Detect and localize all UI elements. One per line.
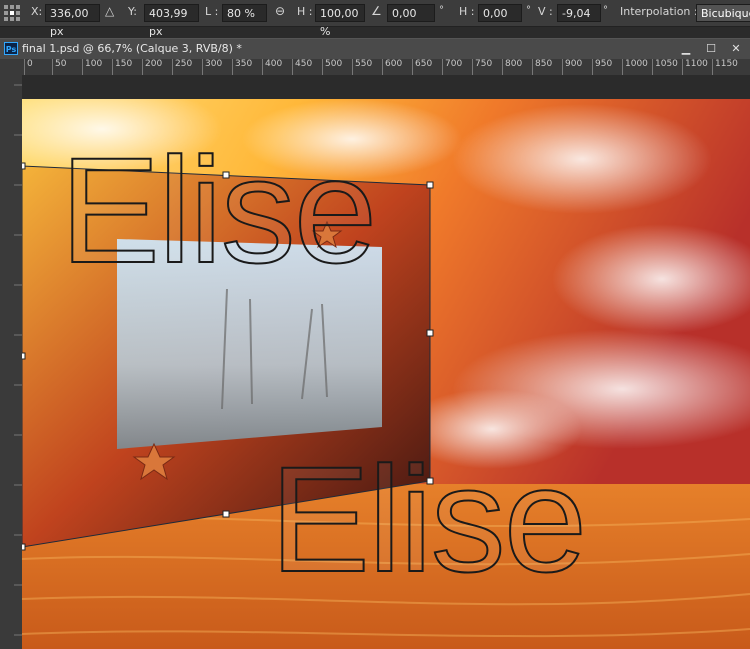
ruler-tick: 50 — [51, 59, 67, 75]
options-bar: X: 336,00 px △ Y: 403,99 px L : 80 % ⊖ H… — [0, 0, 750, 38]
interpolation-label: Interpolation : — [620, 5, 698, 18]
horizontal-skew-field[interactable]: 0,00 — [478, 4, 522, 22]
ruler-tick: 250 — [171, 59, 193, 75]
horizontal-ruler[interactable]: 0 50 100 150 200 250 300 350 400 450 500… — [22, 59, 750, 76]
interpolation-dropdown[interactable]: Bicubique — [696, 4, 750, 22]
ruler-tick: 0 — [24, 59, 33, 75]
relative-position-icon[interactable]: △ — [105, 4, 114, 18]
horizontal-skew-label: H : — [459, 5, 475, 18]
canvas-pasteboard — [22, 75, 750, 99]
x-label: X: — [31, 5, 43, 18]
ruler-tick: 450 — [291, 59, 313, 75]
document-tab-bar: Ps final 1.psd @ 66,7% (Calque 3, RVB/8)… — [0, 38, 750, 60]
height-label: H : — [297, 5, 313, 18]
minimize-icon[interactable]: ▁ — [675, 40, 697, 57]
image-canvas[interactable]: Elise Elise — [22, 99, 750, 649]
ruler-corner — [0, 59, 23, 76]
close-icon[interactable]: ✕ — [725, 40, 747, 57]
vertical-ruler-ticks — [14, 84, 22, 636]
angle-unit: ° — [439, 5, 444, 16]
width-field[interactable]: 80 % — [222, 4, 267, 22]
ruler-tick: 150 — [111, 59, 133, 75]
vertical-skew-field[interactable]: -9,04 — [557, 4, 601, 22]
ruler-tick: 550 — [351, 59, 373, 75]
ruler-tick: 400 — [261, 59, 283, 75]
horizontal-skew-unit: ° — [526, 5, 531, 16]
vertical-ruler[interactable] — [0, 75, 23, 649]
height-field[interactable]: 100,00 % — [315, 4, 365, 38]
ruler-tick: 950 — [591, 59, 613, 75]
vertical-skew-unit: ° — [603, 5, 608, 16]
ruler-tick: 1150 — [712, 59, 738, 75]
ruler-tick: 350 — [231, 59, 253, 75]
ruler-tick: 100 — [81, 59, 103, 75]
ruler-tick: 1000 — [622, 59, 648, 75]
document-title[interactable]: final 1.psd @ 66,7% (Calque 3, RVB/8) * — [22, 42, 242, 55]
ruler-tick: 750 — [471, 59, 493, 75]
ruler-tick: 700 — [441, 59, 463, 75]
y-label: Y: — [128, 5, 137, 18]
x-field[interactable]: 336,00 px — [45, 4, 100, 38]
reference-point-icon[interactable] — [4, 5, 20, 21]
ruler-tick: 800 — [501, 59, 523, 75]
maximize-icon[interactable]: ☐ — [700, 40, 722, 57]
ruler-tick: 200 — [141, 59, 163, 75]
ruler-tick: 500 — [321, 59, 343, 75]
vertical-skew-label: V : — [538, 5, 553, 18]
ruler-tick: 650 — [411, 59, 433, 75]
rotate-angle-icon: ∠ — [371, 4, 382, 18]
ruler-tick: 900 — [561, 59, 583, 75]
ruler-tick: 600 — [381, 59, 403, 75]
ruler-tick: 1100 — [682, 59, 708, 75]
elise-text-bottom: Elise — [269, 435, 588, 603]
ruler-tick: 300 — [201, 59, 223, 75]
link-icon[interactable]: ⊖ — [275, 4, 285, 18]
angle-field[interactable]: 0,00 — [387, 4, 435, 22]
width-label: L : — [205, 5, 219, 18]
y-field[interactable]: 403,99 px — [144, 4, 199, 38]
ruler-tick: 850 — [531, 59, 553, 75]
ruler-tick: 1050 — [652, 59, 678, 75]
photoshop-icon: Ps — [4, 42, 18, 55]
elise-text-top: Elise — [59, 126, 378, 294]
